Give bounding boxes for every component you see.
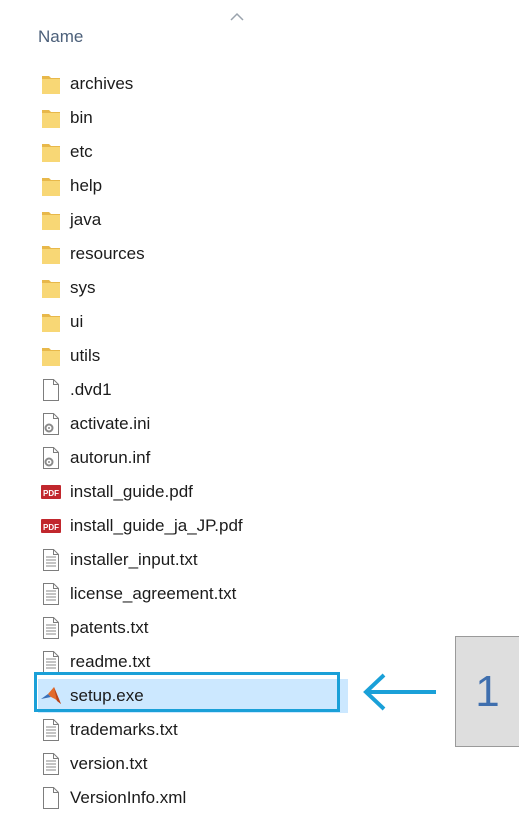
sort-ascending-icon[interactable] bbox=[229, 11, 245, 23]
file-row[interactable]: patents.txt bbox=[38, 611, 348, 645]
text-file-icon bbox=[40, 548, 62, 572]
folder-row[interactable]: etc bbox=[38, 135, 348, 169]
pdf-file-icon: PDF bbox=[40, 480, 62, 504]
file-name-label: help bbox=[70, 176, 103, 195]
file-name-label: archives bbox=[70, 74, 134, 93]
settings-file-icon bbox=[40, 412, 62, 436]
file-name-label: autorun.inf bbox=[70, 448, 151, 467]
column-header-name[interactable]: Name bbox=[38, 27, 83, 47]
svg-text:PDF: PDF bbox=[43, 523, 59, 532]
step-callout: 1 bbox=[455, 636, 519, 747]
file-name-label: installer_input.txt bbox=[70, 550, 198, 569]
folder-row[interactable]: sys bbox=[38, 271, 348, 305]
folder-row[interactable]: ui bbox=[38, 305, 348, 339]
file-name-label: sys bbox=[70, 278, 96, 297]
folder-row[interactable]: resources bbox=[38, 237, 348, 271]
file-name-label: ui bbox=[70, 312, 84, 331]
text-file-icon bbox=[40, 650, 62, 674]
file-row[interactable]: activate.ini bbox=[38, 407, 348, 441]
file-name-label: patents.txt bbox=[70, 618, 149, 637]
left-arrow-icon bbox=[363, 673, 436, 711]
text-file-icon bbox=[40, 582, 62, 606]
file-name-label: trademarks.txt bbox=[70, 720, 178, 739]
file-name-label: .dvd1 bbox=[70, 380, 112, 399]
file-name-label: install_guide_ja_JP.pdf bbox=[70, 516, 243, 535]
matlab-setup-icon bbox=[40, 684, 62, 708]
folder-icon bbox=[40, 72, 62, 96]
folder-row[interactable]: help bbox=[38, 169, 348, 203]
file-name-label: readme.txt bbox=[70, 652, 151, 671]
file-name-label: bin bbox=[70, 108, 93, 127]
file-name-label: version.txt bbox=[70, 754, 148, 773]
file-row[interactable]: trademarks.txt bbox=[38, 713, 348, 747]
pdf-file-icon: PDF bbox=[40, 514, 62, 538]
blank-file-icon bbox=[40, 378, 62, 402]
text-file-icon bbox=[40, 616, 62, 640]
file-name-label: java bbox=[70, 210, 102, 229]
text-file-icon bbox=[40, 752, 62, 776]
svg-text:PDF: PDF bbox=[43, 489, 59, 498]
folder-icon bbox=[40, 310, 62, 334]
folder-row[interactable]: java bbox=[38, 203, 348, 237]
file-row[interactable]: VersionInfo.xml bbox=[38, 781, 348, 815]
file-list: archives bin etc help java resources sys ui util… bbox=[38, 67, 348, 815]
file-name-label: setup.exe bbox=[70, 686, 144, 705]
file-name-label: VersionInfo.xml bbox=[70, 788, 187, 807]
file-row[interactable]: readme.txt bbox=[38, 645, 348, 679]
folder-icon bbox=[40, 344, 62, 368]
folder-row[interactable]: utils bbox=[38, 339, 348, 373]
folder-icon bbox=[40, 208, 62, 232]
blank-file-icon bbox=[40, 786, 62, 810]
file-name-label: activate.ini bbox=[70, 414, 151, 433]
folder-row[interactable]: archives bbox=[38, 67, 348, 101]
file-name-label: license_agreement.txt bbox=[70, 584, 237, 603]
file-explorer-view: Name archives bin etc help java resources sys u… bbox=[0, 0, 519, 828]
folder-icon bbox=[40, 242, 62, 266]
folder-icon bbox=[40, 140, 62, 164]
file-row[interactable]: installer_input.txt bbox=[38, 543, 348, 577]
file-row[interactable]: version.txt bbox=[38, 747, 348, 781]
text-file-icon bbox=[40, 718, 62, 742]
folder-icon bbox=[40, 106, 62, 130]
file-row[interactable]: PDF install_guide_ja_JP.pdf bbox=[38, 509, 348, 543]
file-row-selected[interactable]: setup.exe bbox=[38, 679, 348, 713]
file-row[interactable]: .dvd1 bbox=[38, 373, 348, 407]
file-row[interactable]: license_agreement.txt bbox=[38, 577, 348, 611]
settings-file-icon bbox=[40, 446, 62, 470]
file-row[interactable]: autorun.inf bbox=[38, 441, 348, 475]
folder-icon bbox=[40, 174, 62, 198]
file-name-label: utils bbox=[70, 346, 101, 365]
folder-row[interactable]: bin bbox=[38, 101, 348, 135]
step-number: 1 bbox=[475, 666, 500, 716]
file-row[interactable]: PDF install_guide.pdf bbox=[38, 475, 348, 509]
file-name-label: etc bbox=[70, 142, 93, 161]
file-name-label: install_guide.pdf bbox=[70, 482, 193, 501]
file-name-label: resources bbox=[70, 244, 145, 263]
folder-icon bbox=[40, 276, 62, 300]
